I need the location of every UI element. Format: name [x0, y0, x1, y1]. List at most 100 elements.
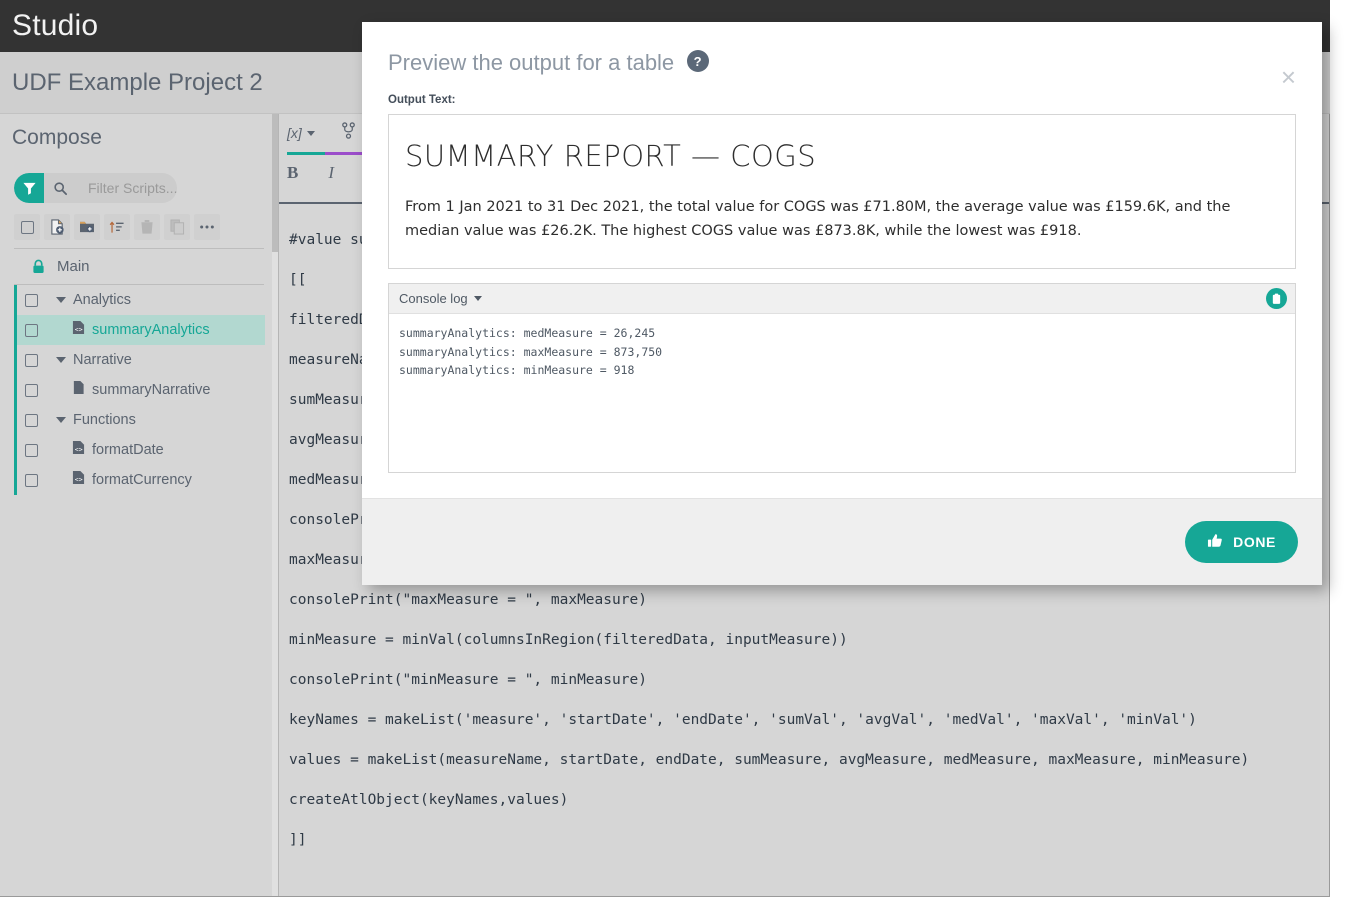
- output-text-preview: SUMMARY REPORT — COGS From 1 Jan 2021 to…: [388, 114, 1296, 269]
- sidebar-scrollbar[interactable]: [272, 114, 278, 896]
- copy-icon: [170, 219, 185, 235]
- row-checkbox[interactable]: [25, 324, 38, 337]
- code-line: minMeasure = minVal(columnsInRegion(filt…: [289, 620, 1329, 660]
- script-file-icon: <>: [72, 320, 85, 340]
- script-file-icon: <>: [72, 470, 85, 490]
- sidebar-scrollbar-thumb[interactable]: [272, 114, 278, 252]
- file-plus-icon: [50, 219, 65, 235]
- search-placeholder: Filter Scripts...: [88, 180, 177, 196]
- row-checkbox[interactable]: [25, 384, 38, 397]
- row-checkbox[interactable]: [25, 354, 38, 367]
- tree-item-label: summaryAnalytics: [92, 322, 210, 338]
- svg-text:<>: <>: [75, 326, 83, 334]
- tree-item-summaryanalytics[interactable]: <> summaryAnalytics: [17, 315, 265, 345]
- console-log-toggle[interactable]: Console log: [399, 291, 482, 306]
- sort-button[interactable]: [104, 214, 130, 240]
- filter-scripts-row: Filter Scripts...: [14, 172, 278, 204]
- row-checkbox[interactable]: [25, 444, 38, 457]
- accent-green-segment: [287, 152, 325, 155]
- select-all-checkbox[interactable]: [14, 214, 40, 240]
- tree-item-label: formatCurrency: [92, 472, 192, 488]
- code-line: values = makeList(measureName, startDate…: [289, 740, 1329, 780]
- app-title: Studio: [12, 11, 98, 41]
- close-icon[interactable]: ×: [1281, 64, 1296, 90]
- console-log-output: summaryAnalytics: medMeasure = 26,245 su…: [389, 314, 1295, 380]
- tree-root-main[interactable]: Main: [14, 249, 264, 285]
- output-text-label: Output Text:: [388, 94, 1296, 106]
- clipboard-icon[interactable]: [1266, 288, 1287, 309]
- tree-item-label: Narrative: [73, 352, 132, 368]
- checkbox-icon: [21, 221, 34, 234]
- search-icon[interactable]: [44, 173, 76, 203]
- dialog-body: Output Text: SUMMARY REPORT — COGS From …: [362, 94, 1322, 473]
- row-checkbox[interactable]: [25, 294, 38, 307]
- more-options-button[interactable]: [194, 214, 220, 240]
- console-log-header[interactable]: Console log: [389, 284, 1295, 314]
- sidebar-toolbar: [14, 214, 264, 249]
- code-line: consolePrint("maxMeasure = ", maxMeasure…: [289, 580, 1329, 620]
- copy-button[interactable]: [164, 214, 190, 240]
- project-title: UDF Example Project 2: [12, 69, 263, 97]
- dialog-header: Preview the output for a table ? ×: [362, 22, 1322, 94]
- tree-item-label: formatDate: [92, 442, 164, 458]
- chevron-down-icon[interactable]: [56, 357, 66, 363]
- code-line: keyNames = makeList('measure', 'startDat…: [289, 700, 1329, 740]
- dialog-title: Preview the output for a table: [388, 50, 674, 76]
- tree-item-functions[interactable]: Functions: [17, 405, 265, 435]
- help-icon[interactable]: ?: [687, 50, 709, 72]
- trash-icon: [140, 219, 154, 235]
- new-script-button[interactable]: [44, 214, 70, 240]
- tree-item-summarynarrative[interactable]: summaryNarrative: [17, 375, 265, 405]
- compose-sidebar: Compose Filter Scripts...: [0, 114, 279, 896]
- compose-heading: Compose: [0, 114, 278, 164]
- svg-text:<>: <>: [75, 446, 83, 454]
- folder-plus-icon: [79, 220, 95, 234]
- branch-icon[interactable]: [341, 122, 356, 144]
- done-button-label: DONE: [1233, 534, 1276, 550]
- variable-dropdown-label: [x]: [287, 125, 302, 141]
- delete-button[interactable]: [134, 214, 160, 240]
- funnel-icon[interactable]: [14, 173, 44, 203]
- document-file-icon: [72, 380, 85, 400]
- console-log-line: summaryAnalytics: maxMeasure = 873,750: [399, 343, 1295, 362]
- chevron-down-icon: [474, 296, 482, 301]
- variable-dropdown[interactable]: [x]: [287, 125, 315, 141]
- code-line: ]]: [289, 820, 1329, 860]
- report-body: From 1 Jan 2021 to 31 Dec 2021, the tota…: [405, 195, 1273, 243]
- chevron-down-icon[interactable]: [56, 417, 66, 423]
- script-tree: Analytics <> summaryAnalytics: [14, 285, 265, 495]
- tree-item-formatdate[interactable]: <> formatDate: [17, 435, 265, 465]
- console-log-label: Console log: [399, 291, 468, 306]
- tree-item-label: Functions: [73, 412, 136, 428]
- lock-icon: [32, 259, 45, 274]
- console-log-panel: Console log summaryAnalytics: medMeasure…: [388, 283, 1296, 473]
- chevron-down-icon[interactable]: [56, 297, 66, 303]
- chevron-down-icon: [307, 131, 315, 136]
- application-window: Studio UDF Example Project 2 Compose: [0, 0, 1364, 897]
- ellipsis-icon: [199, 224, 215, 230]
- bold-button[interactable]: B: [287, 163, 298, 183]
- italic-button[interactable]: I: [328, 163, 334, 183]
- tree-item-label: Analytics: [73, 292, 131, 308]
- tree-item-label: summaryNarrative: [92, 382, 210, 398]
- window-right-margin: [1330, 0, 1364, 897]
- sort-ascending-icon: [109, 220, 125, 235]
- tree-item-formatcurrency[interactable]: <> formatCurrency: [17, 465, 265, 495]
- row-checkbox[interactable]: [25, 474, 38, 487]
- code-line: consolePrint("minMeasure = ", minMeasure…: [289, 660, 1329, 700]
- done-button[interactable]: DONE: [1185, 521, 1298, 563]
- row-checkbox[interactable]: [25, 414, 38, 427]
- tree-root-label: Main: [57, 258, 90, 275]
- tree-item-analytics[interactable]: Analytics: [17, 285, 265, 315]
- script-file-icon: <>: [72, 440, 85, 460]
- new-folder-button[interactable]: [74, 214, 100, 240]
- preview-output-dialog: Preview the output for a table ? × Outpu…: [362, 22, 1322, 585]
- thumbs-up-icon: [1207, 533, 1224, 552]
- console-log-line: summaryAnalytics: medMeasure = 26,245: [399, 324, 1295, 343]
- dialog-footer: DONE: [362, 498, 1322, 585]
- code-line: createAtlObject(keyNames,values): [289, 780, 1329, 820]
- svg-text:<>: <>: [75, 476, 83, 484]
- tree-item-narrative[interactable]: Narrative: [17, 345, 265, 375]
- console-log-line: summaryAnalytics: minMeasure = 918: [399, 361, 1295, 380]
- search-input[interactable]: Filter Scripts...: [14, 173, 177, 203]
